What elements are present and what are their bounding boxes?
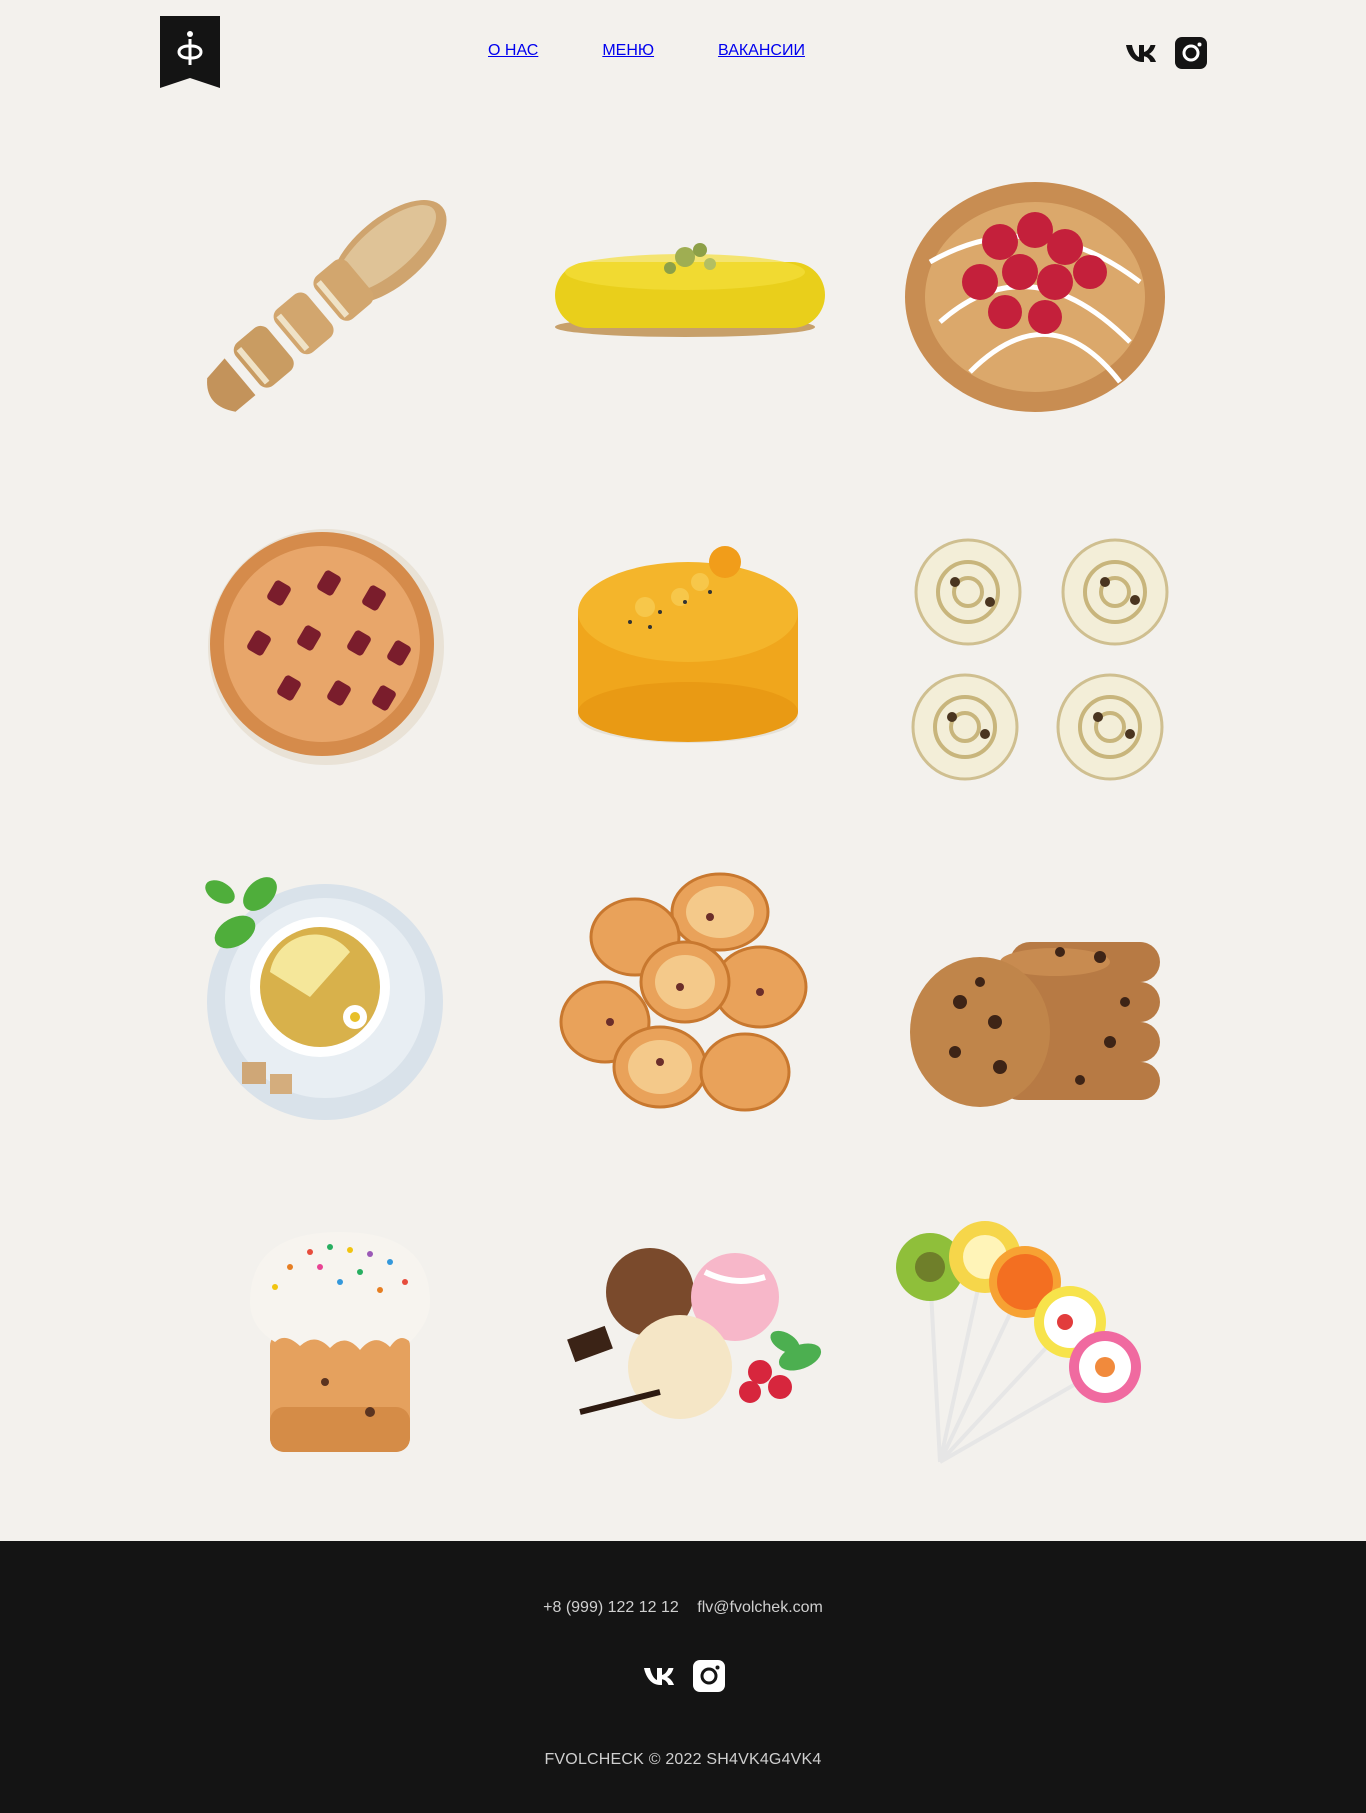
baguette-image[interactable] — [160, 122, 510, 472]
footer-contacts: +8 (999) 122 12 12 flv@fvolchek.com — [0, 1599, 1366, 1617]
nav-menu[interactable]: МЕНЮ — [602, 42, 654, 60]
raspberry-danish-image[interactable] — [860, 122, 1210, 472]
eclair-image[interactable] — [510, 122, 860, 472]
fvolchek-logo-icon[interactable] — [160, 16, 220, 88]
footer-copyright: FVOLCHECK © 2022 SH4VK4G4VK4 — [544, 1751, 822, 1768]
chocolate-chip-cookies-image[interactable] — [860, 822, 1210, 1172]
cinnamon-rolls-image[interactable] — [860, 472, 1210, 822]
footer-social — [642, 1659, 726, 1693]
rusks-image[interactable] — [510, 822, 860, 1172]
footer-email[interactable]: flv@fvolchek.com — [697, 1599, 823, 1616]
easter-cake-image[interactable] — [160, 1172, 510, 1522]
instagram-icon[interactable] — [1174, 36, 1208, 70]
nav-about[interactable]: О НАС — [488, 42, 538, 60]
lemon-tea-image[interactable] — [160, 822, 510, 1172]
ice-cream-image[interactable] — [510, 1172, 860, 1522]
site-footer: +8 (999) 122 12 12 flv@fvolchek.com FVOL… — [0, 1541, 1366, 1813]
main-nav: О НАС МЕНЮ ВАКАНСИИ — [488, 42, 805, 60]
lollipops-image[interactable] — [860, 1172, 1210, 1522]
instagram-icon[interactable] — [692, 1659, 726, 1693]
menu-grid — [160, 122, 1210, 1522]
nav-vacancies[interactable]: ВАКАНСИИ — [718, 42, 805, 60]
vk-icon[interactable] — [1124, 36, 1158, 70]
cherry-pie-image[interactable] — [160, 472, 510, 822]
site-header: О НАС МЕНЮ ВАКАНСИИ — [0, 0, 1366, 110]
vk-icon[interactable] — [642, 1659, 676, 1693]
header-social — [1124, 36, 1208, 70]
mango-mousse-cake-image[interactable] — [510, 472, 860, 822]
footer-phone[interactable]: +8 (999) 122 12 12 — [543, 1599, 679, 1616]
